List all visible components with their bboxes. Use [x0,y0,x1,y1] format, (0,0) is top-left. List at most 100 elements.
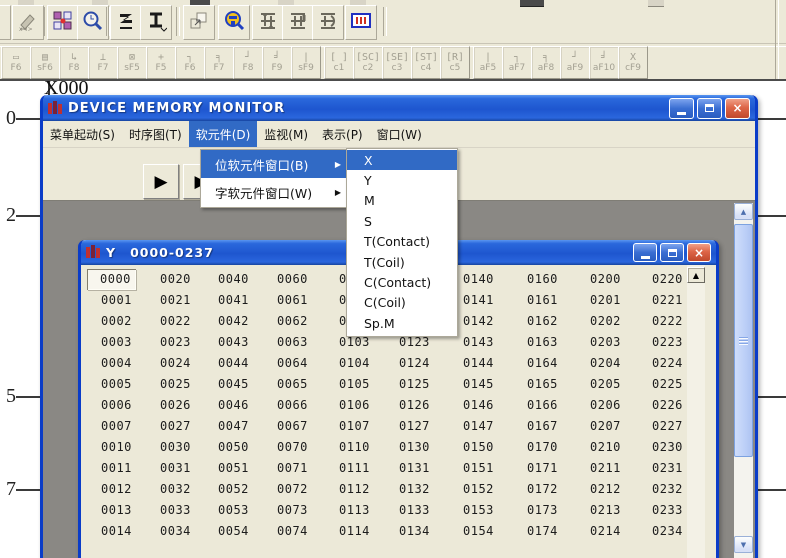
grid-cell[interactable]: 0142 [463,314,509,329]
grid-cell[interactable]: 0167 [527,419,573,434]
grid-cell[interactable]: 0152 [463,482,509,497]
grid-cell[interactable]: 0063 [277,335,323,350]
grid-cell[interactable]: 0170 [527,440,573,455]
grid-cell[interactable]: 0054 [218,524,264,539]
grid-cell[interactable]: 0114 [339,524,385,539]
grid-cell[interactable]: 0030 [160,440,206,455]
ladder-symbol-button-F8[interactable]: ↳F8 [59,46,89,79]
grid-cell[interactable]: 0111 [339,461,385,476]
monitor-start-button[interactable]: ▶ [143,164,179,199]
grid-cell[interactable]: 0172 [527,482,573,497]
menu-item-字软元件窗口(W)[interactable]: 字软元件窗口(W)▶ [201,178,347,206]
grid-cell[interactable]: 0110 [339,440,385,455]
submenu-item-T(Coil)[interactable]: T(Coil) [347,252,457,272]
grid-cell[interactable]: 0113 [339,503,385,518]
grid-cell[interactable]: 0144 [463,356,509,371]
trace-i-button[interactable] [140,5,172,40]
grid-cell[interactable]: 0146 [463,398,509,413]
grid-cell[interactable]: 0074 [277,524,323,539]
grid-cell[interactable]: 0124 [399,356,445,371]
dmm-minimize-button[interactable] [669,98,694,119]
grid-cell[interactable]: 0150 [463,440,509,455]
grid-cell[interactable]: 0131 [399,461,445,476]
grid-cell[interactable]: 0032 [160,482,206,497]
device-test-reset-button[interactable] [312,5,344,40]
trace-z-button[interactable] [110,5,142,40]
dmm-vertical-scrollbar[interactable]: ▲ ▼ [734,203,753,558]
grid-cell[interactable]: 0013 [101,503,147,518]
grid-cell[interactable]: 0022 [160,314,206,329]
ladder-symbol-button-sF5[interactable]: ⊠sF5 [117,46,147,79]
dmm-menu-表示P[interactable]: 表示(P) [315,121,370,147]
ladder-symbol-button-c5[interactable]: [R]c5 [440,46,470,79]
submenu-item-T(Contact)[interactable]: T(Contact) [347,232,457,252]
grid-cell[interactable]: 0106 [339,398,385,413]
grid-cell[interactable]: 0024 [160,356,206,371]
grid-cell[interactable]: 0050 [218,440,264,455]
ladder-symbol-button-F6[interactable]: ┐F6 [175,46,205,79]
grid-cell[interactable]: 0025 [160,377,206,392]
y-close-button[interactable]: × [687,243,711,262]
grid-cell[interactable]: 0154 [463,524,509,539]
grid-cell[interactable]: 0166 [527,398,573,413]
grid-cell[interactable]: 0207 [590,419,636,434]
grid-cell[interactable]: 0174 [527,524,573,539]
scroll-up-button[interactable]: ▲ [734,203,753,220]
ladder-symbol-button-F7[interactable]: ⊥F7 [88,46,118,79]
grid-cell[interactable]: 0052 [218,482,264,497]
grid-cell[interactable]: 0071 [277,461,323,476]
grid-cell[interactable]: 0047 [218,419,264,434]
submenu-item-X[interactable]: X [347,150,457,170]
grid-cell[interactable]: 0020 [160,272,206,287]
ladder-symbol-button-cF9[interactable]: XcF9 [618,46,648,79]
grid-cell[interactable]: 0053 [218,503,264,518]
grid-cell[interactable]: 0072 [277,482,323,497]
grid-cell[interactable]: 0004 [101,356,147,371]
monitor-mode-button[interactable] [345,5,377,40]
ladder-symbol-button-aF5[interactable]: |aF5 [473,46,503,79]
submenu-item-C(Contact)[interactable]: C(Contact) [347,272,457,292]
scroll-down-button[interactable]: ▼ [734,536,753,553]
grid-cell[interactable]: 0060 [277,272,323,287]
ladder-symbol-button-aF10[interactable]: ╛aF10 [589,46,619,79]
y-scroll-up-button[interactable]: ▲ [687,267,705,283]
grid-cell[interactable]: 0065 [277,377,323,392]
grid-cell[interactable]: 0143 [463,335,509,350]
dmm-maximize-button[interactable] [697,98,722,119]
grid-cell[interactable]: 0147 [463,419,509,434]
grid-cell[interactable]: 0061 [277,293,323,308]
grid-cell[interactable]: 0133 [399,503,445,518]
dmm-menu-窗口W[interactable]: 窗口(W) [370,121,429,147]
grid-cell[interactable]: 0005 [101,377,147,392]
grid-cell[interactable]: 0006 [101,398,147,413]
grid-cell[interactable]: 0003 [101,335,147,350]
y-minimize-button[interactable] [633,243,657,262]
submenu-item-S[interactable]: S [347,211,457,231]
dmm-close-button[interactable]: × [725,98,750,119]
grid-cell[interactable]: 0134 [399,524,445,539]
grid-cell[interactable]: 0021 [160,293,206,308]
ladder-symbol-button-F6[interactable]: ▭F6 [1,46,31,79]
zoom-clock-button[interactable] [77,5,109,40]
grid-cell[interactable]: 0211 [590,461,636,476]
grid-cell[interactable]: 0046 [218,398,264,413]
grid-cell[interactable]: 0007 [101,419,147,434]
ladder-symbol-button-F5[interactable]: +F5 [146,46,176,79]
cascade-windows-button[interactable] [183,5,215,40]
grid-cell[interactable]: 0011 [101,461,147,476]
grid-cell[interactable]: 0023 [160,335,206,350]
submenu-item-C(Coil)[interactable]: C(Coil) [347,293,457,313]
ladder-symbol-button-sF9[interactable]: |sF9 [291,46,321,79]
grid-cell[interactable]: 0045 [218,377,264,392]
grid-cell[interactable]: 0140 [463,272,509,287]
grid-cell[interactable]: 0026 [160,398,206,413]
grid-cell[interactable]: 0027 [160,419,206,434]
grid-cell[interactable]: 0002 [101,314,147,329]
grid-cell[interactable]: 0123 [399,335,445,350]
dmm-menu-监视M[interactable]: 监视(M) [257,121,315,147]
grid-cell[interactable]: 0202 [590,314,636,329]
dmm-menu-菜单起动S[interactable]: 菜单起动(S) [43,121,122,147]
net-grid-button[interactable] [47,5,79,40]
dmm-menu-时序图T[interactable]: 时序图(T) [122,121,189,147]
ladder-symbol-button-aF9[interactable]: ┘aF9 [560,46,590,79]
